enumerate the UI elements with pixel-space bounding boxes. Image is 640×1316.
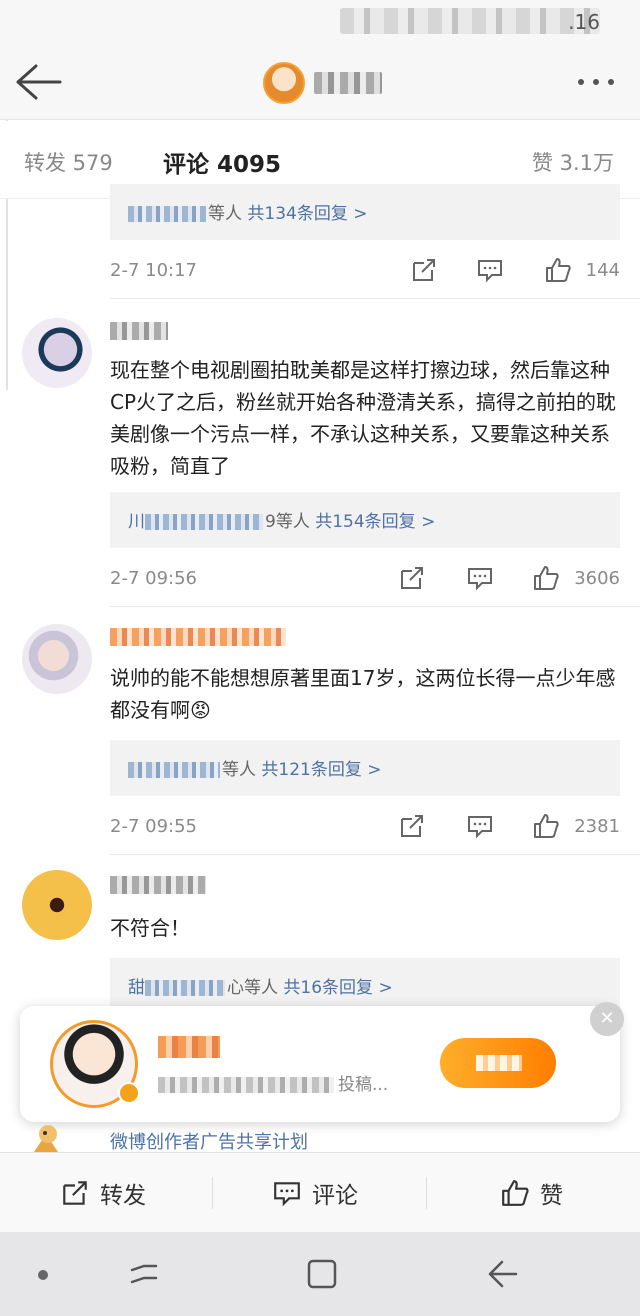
- reply-user-blurred: [145, 980, 225, 996]
- comment-text: 现在整个电视剧圈拍耽美都是这样打擦边球，然后靠这种CP火了之后，粉丝就开始各种澄…: [110, 358, 617, 478]
- reply-summary-box[interactable]: 川 9等人 共154条回复 >: [110, 492, 620, 548]
- reply-suffix: 等人: [208, 204, 242, 224]
- reply-user-prefix: 甜: [128, 978, 145, 998]
- ad-row[interactable]: 微博创作者广告共享计划: [0, 1122, 640, 1154]
- follow-button[interactable]: [440, 1038, 556, 1088]
- username-blurred[interactable]: [110, 628, 286, 646]
- popup-subtitle-tail: 投稿...: [338, 1075, 389, 1095]
- nav-bar: [0, 44, 640, 120]
- reply-suffix: 等人: [222, 760, 256, 780]
- divider: [110, 606, 640, 607]
- comment-text: 不符合！: [110, 916, 190, 940]
- reply-user-blurred: [145, 514, 263, 530]
- home-icon[interactable]: [302, 1256, 342, 1292]
- reply-summary-text: 等人 共134条回复 >: [128, 199, 368, 224]
- reply-summary-text: 等人 共121条回复 >: [128, 755, 382, 780]
- popup-subtitle-blurred: [158, 1077, 334, 1093]
- popup-subtitle: 投稿...: [158, 1070, 388, 1095]
- status-bar: .16: [0, 0, 640, 44]
- like-icon[interactable]: [532, 812, 560, 840]
- like-icon[interactable]: [532, 564, 560, 592]
- reply-suffix: 9等人: [265, 512, 310, 532]
- follow-popup-card[interactable]: 投稿... ✕: [20, 1002, 624, 1122]
- comment-icon: [274, 1182, 300, 1207]
- system-nav-bar: [0, 1232, 640, 1316]
- more-options-icon[interactable]: [578, 72, 622, 92]
- comment-text: 说帅的能不能想想原著里面17岁，这两位长得一点少年感都没有啊😡: [110, 666, 616, 722]
- forward-icon[interactable]: [398, 564, 426, 592]
- comment-meta-row: 2-7 09:56 3606: [110, 564, 620, 594]
- comment-icon[interactable]: [476, 256, 504, 284]
- nav-title-blurred[interactable]: [314, 72, 382, 94]
- comment-time: 2-7 09:56: [110, 568, 197, 589]
- username-blurred[interactable]: [110, 322, 168, 340]
- bottom-action-bar: 转发 评论 赞: [0, 1152, 640, 1232]
- close-icon[interactable]: ✕: [590, 1002, 624, 1036]
- forward-icon: [63, 1181, 87, 1205]
- back-arrow-icon[interactable]: [14, 62, 64, 102]
- reply-user-prefix: 川: [128, 512, 145, 532]
- back-icon[interactable]: [482, 1256, 522, 1292]
- status-icons-blurred: [340, 8, 600, 34]
- reply-summary-box[interactable]: 等人 共121条回复 >: [110, 740, 620, 796]
- separator: [426, 1177, 427, 1209]
- reply-summary-text: 甜 心等人 共16条回复 >: [128, 973, 393, 998]
- like-count: 144: [585, 260, 620, 281]
- tab-comments[interactable]: 评论 4095: [163, 145, 281, 179]
- comment-icon[interactable]: [466, 564, 494, 592]
- ad-mascot-icon: [34, 1125, 58, 1152]
- tab-forward[interactable]: 转发 579: [24, 147, 113, 177]
- avatar[interactable]: [22, 318, 92, 388]
- like-count: 3606: [574, 568, 620, 589]
- bottom-like-button[interactable]: 赞: [500, 1153, 563, 1233]
- reply-suffix: 心等人: [227, 978, 278, 998]
- nav-dot-icon[interactable]: [38, 1270, 48, 1280]
- reply-summary-box[interactable]: 等人 共134条回复 >: [110, 184, 620, 240]
- bottom-forward-label: 转发: [100, 1183, 146, 1209]
- ad-link[interactable]: 微博创作者广告共享计划: [110, 1128, 308, 1154]
- separator: [212, 1177, 213, 1209]
- like-count: 2381: [574, 816, 620, 837]
- tab-likes[interactable]: 赞 3.1万: [532, 147, 614, 177]
- recent-apps-icon[interactable]: [124, 1256, 164, 1292]
- reply-count-link[interactable]: 共134条回复 >: [247, 204, 367, 224]
- reply-user-blurred: [128, 206, 206, 222]
- bottom-forward-button[interactable]: 转发: [60, 1153, 146, 1233]
- comment-time: 2-7 09:55: [110, 816, 197, 837]
- reply-count-link[interactable]: 共121条回复 >: [261, 760, 381, 780]
- popup-username-blurred[interactable]: [158, 1036, 220, 1058]
- status-time: .16: [568, 10, 600, 34]
- follow-button-label-blurred: [476, 1055, 522, 1071]
- divider: [110, 854, 640, 855]
- verified-badge-icon: [118, 1082, 140, 1104]
- avatar[interactable]: [22, 624, 92, 694]
- comment-meta-row: 2-7 10:17 144: [110, 256, 620, 286]
- comment-icon[interactable]: [466, 812, 494, 840]
- bottom-comment-label: 评论: [312, 1183, 358, 1209]
- divider: [110, 298, 640, 299]
- username-blurred[interactable]: [110, 876, 206, 894]
- forward-icon[interactable]: [410, 256, 438, 284]
- bottom-like-label: 赞: [540, 1183, 563, 1209]
- nav-avatar[interactable]: [263, 62, 305, 104]
- avatar[interactable]: [22, 870, 92, 940]
- comment-time: 2-7 10:17: [110, 260, 197, 281]
- reply-count-link[interactable]: 共154条回复 >: [315, 512, 435, 532]
- bottom-comment-button[interactable]: 评论: [272, 1153, 358, 1233]
- like-icon[interactable]: [544, 256, 572, 284]
- comment-meta-row: 2-7 09:55 2381: [110, 812, 620, 842]
- reply-user-blurred: [128, 762, 220, 778]
- forward-icon[interactable]: [398, 812, 426, 840]
- reply-count-link[interactable]: 共16条回复 >: [283, 978, 392, 998]
- reply-summary-text: 川 9等人 共154条回复 >: [128, 507, 435, 532]
- like-icon: [502, 1180, 529, 1206]
